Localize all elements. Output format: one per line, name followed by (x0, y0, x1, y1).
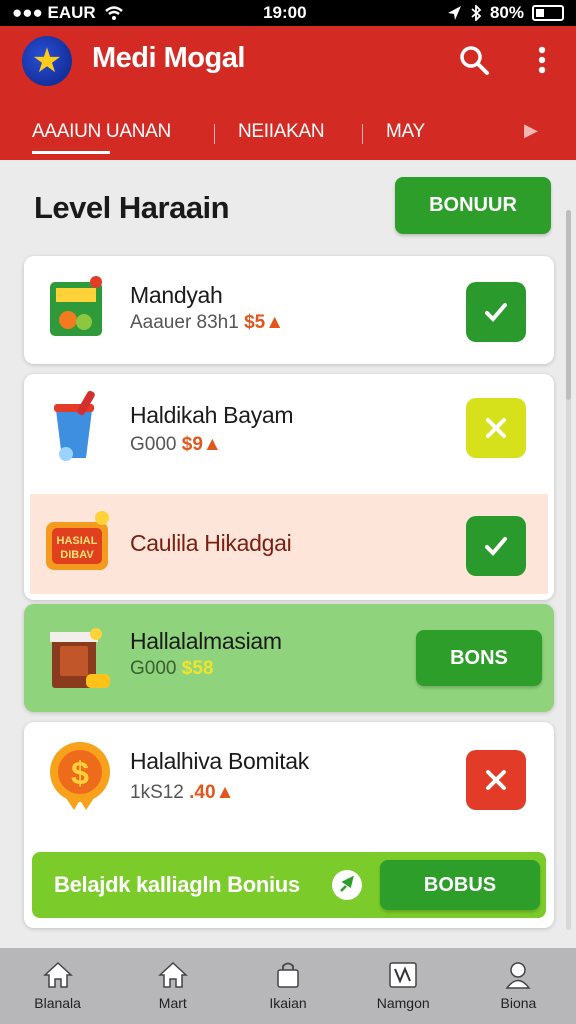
gift-box-icon (46, 618, 112, 698)
tab-divider (214, 124, 215, 144)
home-icon (42, 961, 73, 988)
item-price: $58 (181, 658, 214, 679)
item-price: $9▲ (181, 434, 222, 455)
close-icon (486, 770, 506, 790)
tab-0[interactable]: AAAIUN UANAN (32, 112, 171, 154)
home-icon (157, 961, 188, 988)
search-button[interactable] (454, 40, 494, 80)
nav-label: Mart (158, 995, 187, 1011)
item-meta-text: Aaauer 83h1 (130, 312, 239, 333)
item-meta: G000 $58 (130, 658, 213, 680)
sale-sign-icon: HASIAL DIBAV (40, 504, 114, 580)
dismiss-button[interactable] (466, 398, 526, 458)
status-right: 80% (446, 3, 564, 23)
rocket-icon (332, 870, 362, 900)
dismiss-button[interactable] (466, 750, 526, 810)
item-name: Mandyah (130, 282, 223, 308)
item-name: Caulila Hikadgai (130, 530, 292, 556)
banner-bonus-button[interactable]: BOBUS (380, 860, 540, 910)
item-meta: Aaauer 83h1 $5▲ (130, 312, 284, 334)
confirm-button[interactable] (466, 516, 526, 576)
svg-text:DIBAV: DIBAV (60, 549, 94, 561)
bonus-claim-button[interactable]: BONS (416, 630, 542, 686)
item-meta-text: 1kS12 (130, 782, 184, 803)
nav-item-stats[interactable]: Namgon (346, 948, 461, 1024)
star-icon: ★ (22, 36, 72, 86)
drink-cup-icon (46, 390, 110, 466)
item-price: .40▲ (189, 782, 235, 803)
grocery-pack-icon (44, 272, 108, 344)
nav-item-mart[interactable]: Mart (115, 948, 230, 1024)
nav-label: Namgon (376, 995, 430, 1011)
confirm-button[interactable] (466, 282, 526, 342)
app-bar: ★ Medi Mogal AAAIUN UANAN NEIIAKAN MAY ▶ (0, 26, 576, 160)
nav-item-profile[interactable]: Biona (461, 948, 576, 1024)
svg-text:$: $ (71, 755, 89, 791)
item-name: Haldikah Bayam (130, 402, 294, 428)
carrier-label: ●●● EAUR (12, 3, 96, 22)
more-menu-button[interactable] (522, 40, 562, 80)
tab-scroll-right-icon[interactable]: ▶ (524, 120, 538, 141)
person-icon (505, 962, 531, 989)
search-icon (460, 46, 489, 75)
scrollbar-thumb[interactable] (566, 210, 571, 400)
tab-1[interactable]: NEIIAKAN (238, 112, 325, 152)
tab-divider (362, 124, 363, 144)
list-item-highlighted[interactable]: HASIAL DIBAV Caulila Hikadgai (30, 494, 548, 594)
item-meta-text: G000 (130, 658, 177, 679)
nav-item-home[interactable]: Blanala (0, 948, 115, 1024)
check-edit-icon (485, 537, 507, 556)
location-icon (447, 6, 461, 20)
coin-icon: $ (46, 738, 116, 812)
item-meta-text: G000 (130, 434, 177, 455)
nav-label: Blanala (34, 995, 81, 1011)
tab-2[interactable]: MAY (386, 112, 425, 152)
wifi-icon (104, 6, 123, 20)
list-group: $ Halalhiva Bomitak 1kS12 .40▲ Belajdk k… (24, 722, 554, 928)
item-price: $5▲ (244, 312, 285, 333)
close-icon (486, 418, 506, 438)
item-name: Hallalalmasiam (130, 628, 282, 654)
bluetooth-icon (471, 5, 482, 21)
bottom-nav: Blanala Mart Ikaian Namgon Biona (0, 948, 576, 1024)
status-left: ●●● EAUR (12, 3, 124, 23)
app-title: Medi Mogal (92, 42, 245, 74)
chart-icon (389, 962, 417, 988)
list-item-bonus[interactable]: Hallalalmasiam G000 $58 BONS (24, 604, 554, 712)
more-vertical-icon (538, 46, 546, 74)
nav-label: Ikaian (269, 995, 307, 1011)
bonus-banner[interactable]: Belajdk kalliagln Bonius BOBUS (32, 852, 546, 918)
nav-item-bag[interactable]: Ikaian (230, 948, 345, 1024)
svg-text:HASIAL: HASIAL (57, 535, 98, 547)
bag-icon (277, 962, 299, 988)
banner-text: Belajdk kalliagln Bonius (54, 872, 300, 897)
list-item[interactable]: Mandyah Aaauer 83h1 $5▲ (24, 256, 554, 364)
item-meta: G000 $9▲ (130, 434, 222, 456)
item-name: Halalhiva Bomitak (130, 748, 309, 774)
battery-percent: 80% (489, 3, 524, 22)
status-bar: ●●● EAUR 19:00 80% (0, 0, 576, 26)
page-title: Level Haraain (34, 190, 230, 225)
battery-icon (532, 5, 564, 21)
nav-label: Biona (500, 995, 537, 1011)
clock: 19:00 (263, 3, 307, 22)
list-group: Haldikah Bayam G000 $9▲ HASIAL DIBAV Cau… (24, 374, 554, 600)
check-edit-icon (485, 303, 507, 322)
bonus-button[interactable]: BONUUR (395, 177, 551, 234)
tab-bar: AAAIUN UANAN NEIIAKAN MAY ▶ (0, 112, 576, 154)
item-meta: 1kS12 .40▲ (130, 782, 234, 804)
